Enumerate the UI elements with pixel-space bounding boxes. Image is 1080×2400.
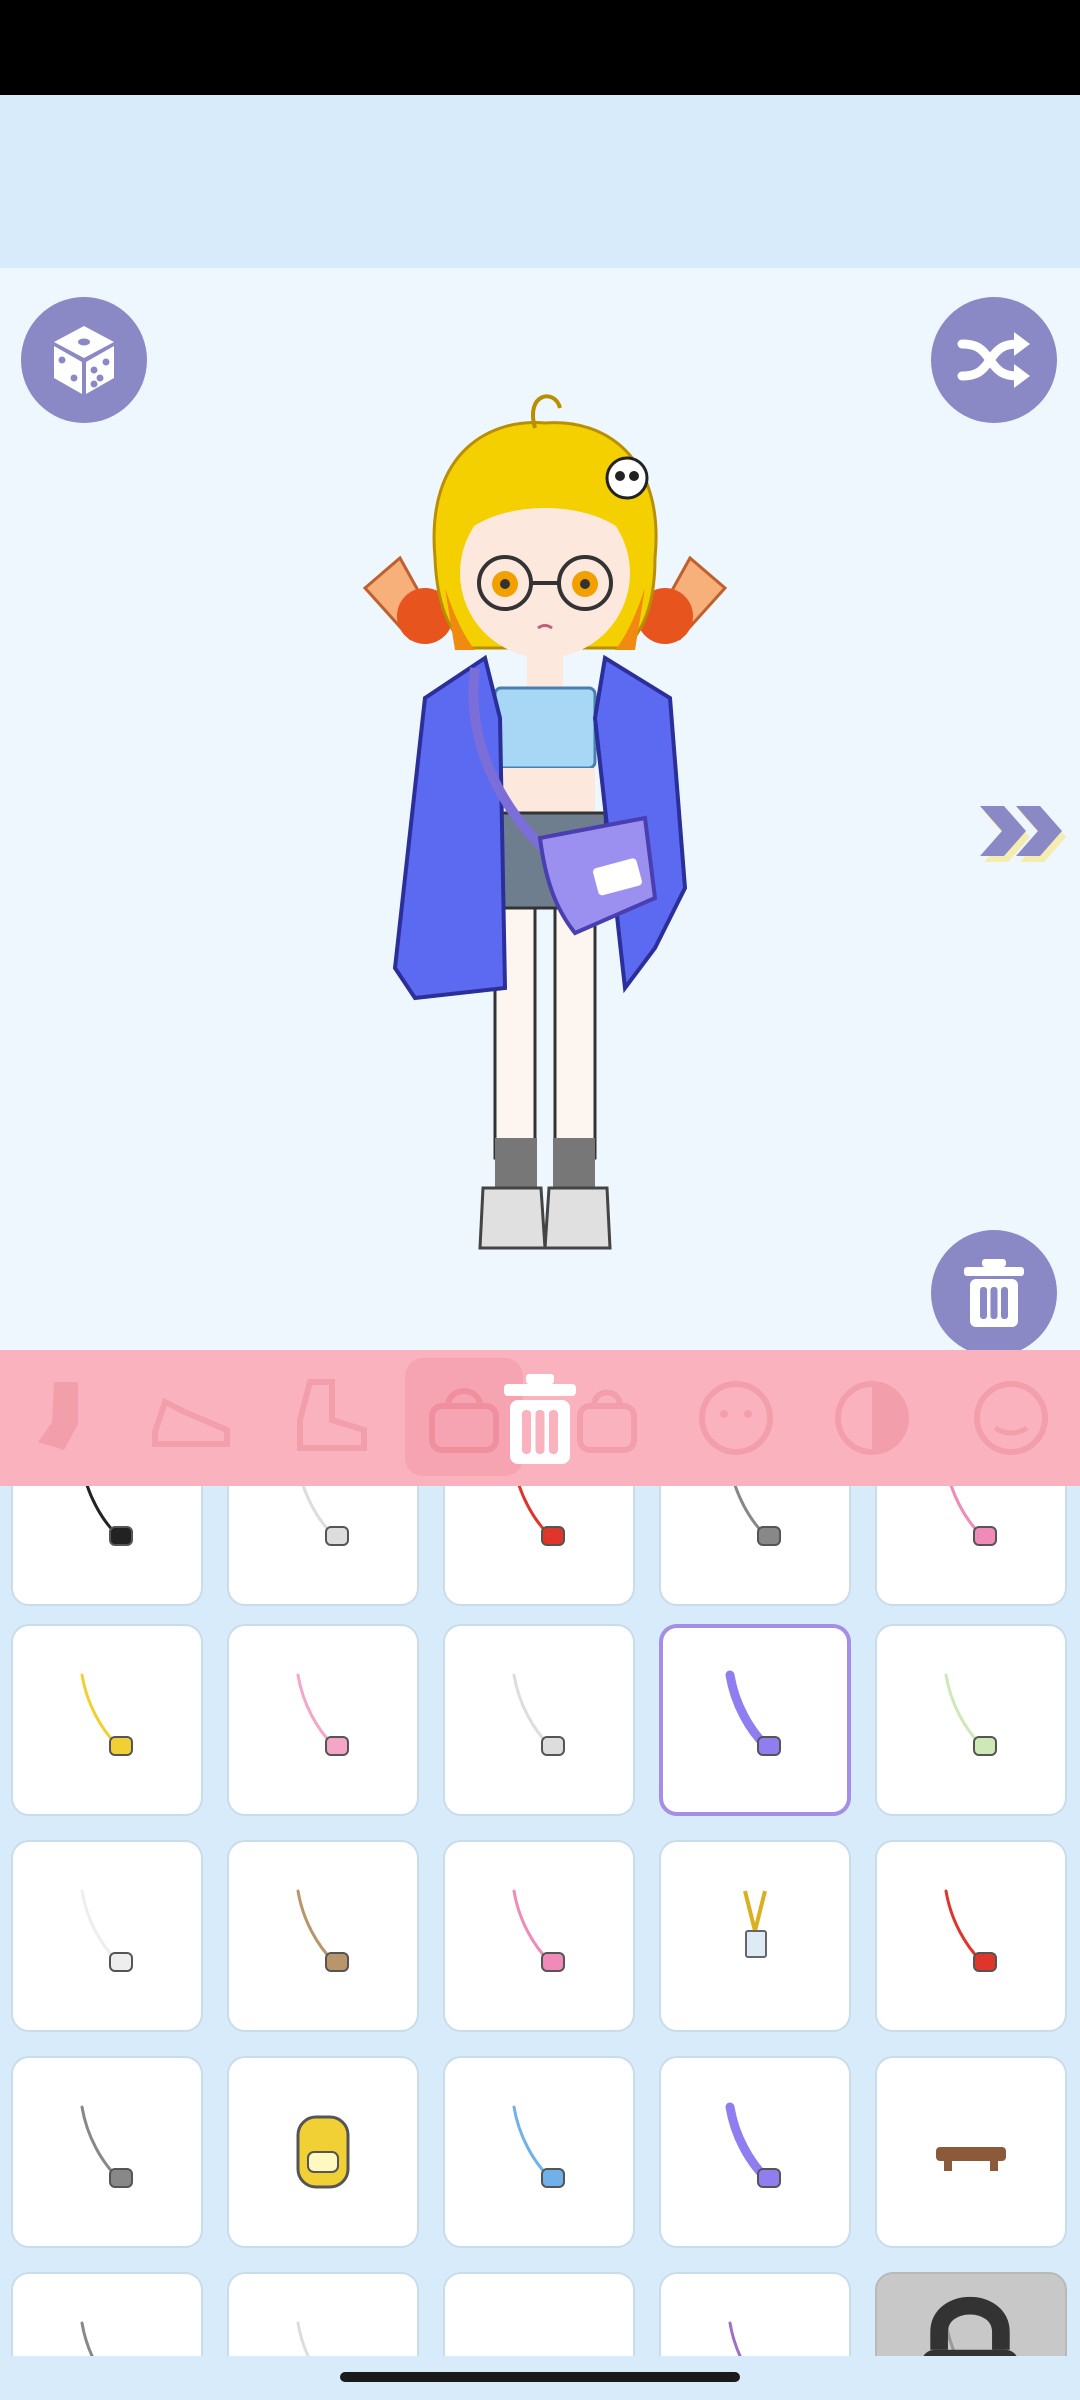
- item-cell[interactable]: [443, 2272, 635, 2356]
- bag-violet-icon: [728, 2321, 742, 2356]
- belt-brown-icon: [936, 2147, 1006, 2171]
- shuffle-icon: [957, 332, 1030, 388]
- half-circle-icon: [835, 1381, 909, 1455]
- bag-gray-icon: [733, 1486, 781, 1546]
- bag-white-pouch-icon: [512, 1673, 565, 1756]
- shoe-icon: [152, 1397, 230, 1447]
- item-cell[interactable]: [227, 1840, 419, 2032]
- bag-red-bow-icon: [944, 1889, 997, 1972]
- sock-icon: [38, 1382, 78, 1450]
- category-socks[interactable]: [18, 1372, 110, 1464]
- item-cell[interactable]: [659, 1840, 851, 2032]
- home-indicator: [340, 2372, 740, 2382]
- item-cell[interactable]: [11, 2056, 203, 2248]
- category-bags[interactable]: [418, 1372, 510, 1464]
- category-expression[interactable]: [965, 1372, 1057, 1464]
- bag-bunny-icon: [80, 1889, 133, 1972]
- category-shoes[interactable]: [145, 1372, 237, 1464]
- bag-green-icon: [944, 1673, 997, 1756]
- item-cell[interactable]: [659, 1486, 851, 1606]
- bag-pink-box-icon: [512, 1889, 565, 1972]
- bag-tan-icon: [296, 1889, 349, 1972]
- status-bar: [0, 0, 1080, 95]
- item-cell[interactable]: [659, 1624, 851, 1816]
- backpack-yellow-icon: [296, 2115, 350, 2189]
- category-bar: [0, 1350, 1080, 1486]
- item-cell[interactable]: [11, 1486, 203, 1606]
- bag-black-icon: [85, 1486, 133, 1546]
- bag-purple-icon: [725, 1670, 781, 1756]
- category-delete-trash-icon[interactable]: [498, 1372, 582, 1468]
- double-chevron-right-icon: [980, 806, 1066, 862]
- bag-white-icon: [301, 1486, 349, 1546]
- bag-icon: [429, 1388, 499, 1453]
- shuffle-button[interactable]: [931, 297, 1057, 423]
- item-grid: [0, 1486, 1080, 2356]
- bag-gray-strap-icon: [80, 2321, 94, 2356]
- item-cell[interactable]: [11, 1840, 203, 2032]
- item-cell[interactable]: [11, 2272, 203, 2356]
- lanyard-card-icon: [743, 1890, 767, 1958]
- item-cell[interactable]: [875, 1486, 1067, 1606]
- item-cell[interactable]: [227, 1624, 419, 1816]
- item-cell[interactable]: [659, 2056, 851, 2248]
- bag-white-strap-icon: [296, 2321, 310, 2356]
- bag-yellow-icon: [80, 1673, 133, 1756]
- trash-icon: [964, 1259, 1024, 1327]
- category-face[interactable]: [690, 1372, 782, 1464]
- dice-icon: [54, 326, 114, 394]
- face-icon: [699, 1381, 773, 1455]
- item-cell[interactable]: [11, 1624, 203, 1816]
- top-banner-area: [0, 95, 1080, 268]
- item-cell[interactable]: [875, 1624, 1067, 1816]
- bag-ribbon-icon: [296, 1673, 349, 1756]
- item-cell[interactable]: [443, 1624, 635, 1816]
- bag-empty-icon: [464, 2293, 614, 2356]
- item-cell[interactable]: [227, 2272, 419, 2356]
- bag-blue-icon: [512, 2105, 565, 2188]
- random-dice-button[interactable]: [21, 297, 147, 423]
- category-boots[interactable]: [280, 1372, 372, 1464]
- item-cell[interactable]: [227, 2056, 419, 2248]
- item-cell[interactable]: [875, 2272, 1067, 2356]
- category-makeup[interactable]: [826, 1372, 918, 1464]
- bag-red-icon: [517, 1486, 565, 1546]
- item-cell[interactable]: [875, 2056, 1067, 2248]
- item-cell[interactable]: [227, 1486, 419, 1606]
- next-panel-button[interactable]: [976, 796, 1068, 866]
- bag-gray-case-icon: [80, 2105, 133, 2188]
- item-cell[interactable]: [659, 2272, 851, 2356]
- avatar-stage: [0, 268, 1080, 1350]
- face-icon: [974, 1381, 1048, 1455]
- bag-purple-purse-icon: [725, 2102, 781, 2188]
- item-cell[interactable]: [875, 1840, 1067, 2032]
- item-cell[interactable]: [443, 1486, 635, 1606]
- boot-icon: [297, 1379, 367, 1451]
- bag-pink-icon: [949, 1486, 997, 1546]
- item-cell[interactable]: [443, 2056, 635, 2248]
- avatar-character: [362, 394, 728, 1250]
- lock-icon: [923, 2296, 1017, 2356]
- clear-outfit-button[interactable]: [931, 1230, 1057, 1350]
- item-cell[interactable]: [443, 1840, 635, 2032]
